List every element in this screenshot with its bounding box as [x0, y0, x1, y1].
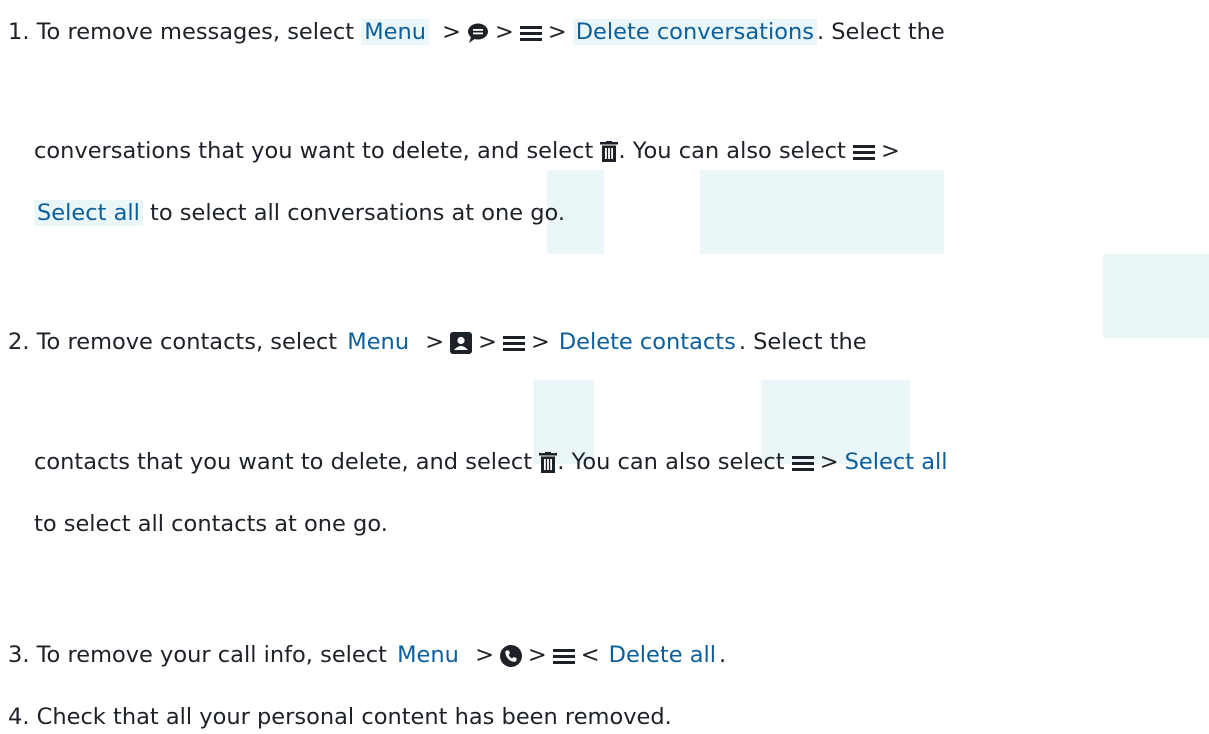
step-number: 1.	[8, 19, 30, 45]
trash-icon	[600, 140, 619, 162]
menu-keyword: Menu	[347, 329, 410, 355]
select-all-keyword: Select all	[844, 449, 948, 475]
step-1-line-3: Select all to select all conversations a…	[34, 196, 1209, 230]
step-number: 4.	[8, 704, 30, 730]
step-3-line-1: 3. To remove your call info, select Menu…	[8, 642, 727, 668]
step-number: 2.	[8, 329, 30, 355]
step-number: 3.	[8, 642, 30, 668]
phone-icon	[499, 644, 522, 667]
trash-icon	[539, 451, 558, 473]
contact-card-icon	[450, 331, 473, 354]
select-all-keyword: Select all	[34, 200, 143, 226]
delete-contacts-keyword: Delete contacts	[558, 329, 736, 355]
menu-keyword: Menu	[361, 19, 429, 45]
step-2-line-2: contacts that you want to delete, and se…	[34, 449, 948, 475]
hamburger-menu-icon	[519, 25, 542, 41]
step-2-line-3: to select all contacts at one go.	[34, 511, 388, 537]
step-2-line-1: 2. To remove contacts, select Menu > > > De…	[8, 329, 867, 355]
step-1-line-2: conversations that you want to delete, a…	[34, 138, 900, 164]
hamburger-menu-icon	[852, 144, 875, 160]
hamburger-menu-icon	[791, 455, 814, 471]
menu-keyword: Menu	[397, 642, 459, 668]
delete-conversations-keyword: Delete conversations	[572, 19, 817, 45]
chat-bubble-icon	[468, 23, 489, 43]
step-text: To remove messages, select	[36, 19, 362, 45]
step-1-line-1: 1. To remove messages, select Menu > > > De…	[8, 19, 945, 45]
step-4-line-1: 4. Check that all your personal content …	[8, 704, 672, 730]
hamburger-menu-icon	[552, 648, 575, 664]
hamburger-menu-icon	[502, 335, 525, 351]
delete-all-keyword: Delete all	[608, 642, 717, 668]
